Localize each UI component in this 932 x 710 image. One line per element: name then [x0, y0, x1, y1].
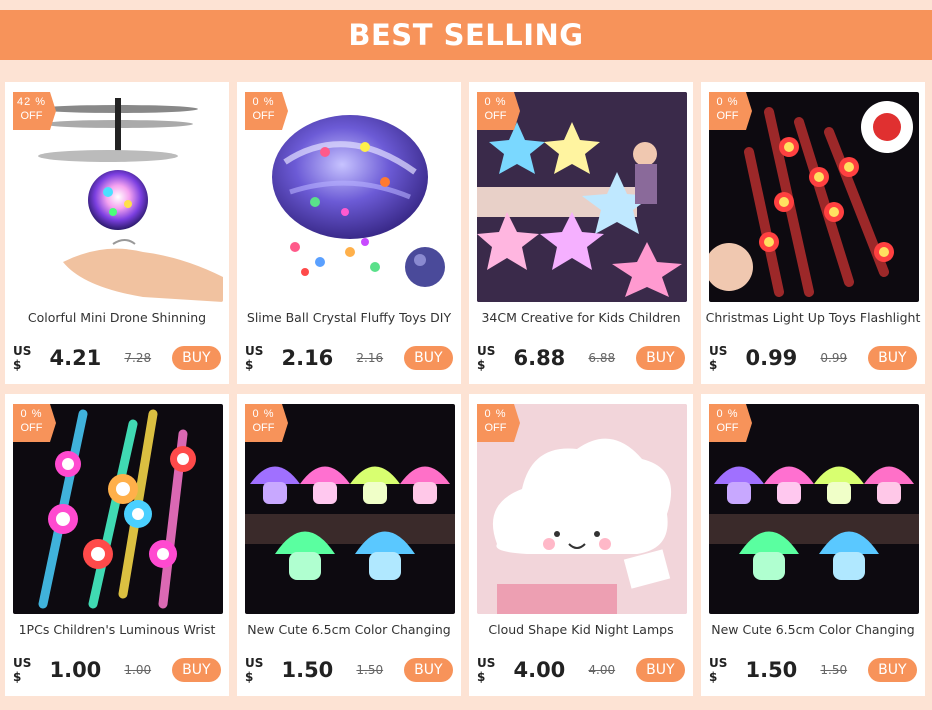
- price: 1.00: [49, 658, 102, 682]
- price: 0.99: [745, 346, 798, 370]
- product-title[interactable]: 1PCs Children's Luminous Wrist: [9, 622, 225, 642]
- price-row: US $ 1.50 1.50 BUY: [245, 656, 453, 684]
- price: 1.50: [281, 658, 334, 682]
- currency-label: US $: [245, 344, 264, 372]
- price-row: US $ 2.16 2.16 BUY: [245, 344, 453, 372]
- price: 4.21: [49, 346, 102, 370]
- price-row: US $ 4.21 7.28 BUY: [13, 344, 221, 372]
- discount-badge: 0 % OFF: [13, 404, 56, 442]
- original-price: 1.00: [124, 663, 152, 677]
- discount-badge: 42 % OFF: [13, 92, 56, 130]
- price: 4.00: [513, 658, 566, 682]
- buy-button[interactable]: BUY: [403, 658, 453, 682]
- original-price: 6.88: [588, 351, 616, 365]
- product-title[interactable]: New Cute 6.5cm Color Changing: [705, 622, 921, 642]
- banner-title: BEST SELLING: [348, 18, 584, 52]
- discount-badge: 0 % OFF: [477, 92, 520, 130]
- price-row: US $ 1.50 1.50 BUY: [709, 656, 917, 684]
- original-price: 7.28: [124, 351, 152, 365]
- buy-button[interactable]: BUY: [635, 658, 685, 682]
- product-title[interactable]: New Cute 6.5cm Color Changing: [241, 622, 457, 642]
- currency-label: US $: [477, 344, 496, 372]
- discount-badge: 0 % OFF: [709, 92, 752, 130]
- product-title[interactable]: Colorful Mini Drone Shinning: [9, 310, 225, 330]
- price: 6.88: [513, 346, 566, 370]
- best-selling-banner: BEST SELLING: [0, 10, 932, 60]
- discount-badge: 0 % OFF: [245, 92, 288, 130]
- discount-badge: 0 % OFF: [245, 404, 288, 442]
- original-price: 2.16: [356, 351, 384, 365]
- product-grid: 42 % OFF Colorful Mini Drone Shinning US …: [5, 82, 929, 696]
- original-price: 1.50: [356, 663, 384, 677]
- product-card[interactable]: 42 % OFF Colorful Mini Drone Shinning US …: [5, 82, 229, 384]
- price: 2.16: [281, 346, 334, 370]
- original-price: 0.99: [820, 351, 848, 365]
- product-card[interactable]: 0 % OFF New Cute 6.5cm Color Changing US …: [237, 394, 461, 696]
- buy-button[interactable]: BUY: [635, 346, 685, 370]
- currency-label: US $: [709, 656, 728, 684]
- currency-label: US $: [245, 656, 264, 684]
- product-card[interactable]: 0 % OFF New Cute 6.5cm Color Changing US …: [701, 394, 925, 696]
- price-row: US $ 0.99 0.99 BUY: [709, 344, 917, 372]
- product-title[interactable]: Slime Ball Crystal Fluffy Toys DIY: [241, 310, 457, 330]
- buy-button[interactable]: BUY: [867, 346, 917, 370]
- product-card[interactable]: 0 % OFF Christmas Light Up Toys Flashligh…: [701, 82, 925, 384]
- product-card[interactable]: 0 % OFF 34CM Creative for Kids Children U…: [469, 82, 693, 384]
- original-price: 1.50: [820, 663, 848, 677]
- product-title[interactable]: Christmas Light Up Toys Flashlight: [705, 310, 921, 330]
- currency-label: US $: [709, 344, 728, 372]
- buy-button[interactable]: BUY: [171, 658, 221, 682]
- discount-badge: 0 % OFF: [477, 404, 520, 442]
- original-price: 4.00: [588, 663, 616, 677]
- currency-label: US $: [477, 656, 496, 684]
- currency-label: US $: [13, 656, 32, 684]
- buy-button[interactable]: BUY: [867, 658, 917, 682]
- product-card[interactable]: 0 % OFF Cloud Shape Kid Night Lamps US $ …: [469, 394, 693, 696]
- product-card[interactable]: 0 % OFF 1PCs Children's Luminous Wrist US…: [5, 394, 229, 696]
- price: 1.50: [745, 658, 798, 682]
- price-row: US $ 1.00 1.00 BUY: [13, 656, 221, 684]
- currency-label: US $: [13, 344, 32, 372]
- product-card[interactable]: 0 % OFF Slime Ball Crystal Fluffy Toys DI…: [237, 82, 461, 384]
- discount-badge: 0 % OFF: [709, 404, 752, 442]
- product-title[interactable]: Cloud Shape Kid Night Lamps: [473, 622, 689, 642]
- buy-button[interactable]: BUY: [403, 346, 453, 370]
- product-title[interactable]: 34CM Creative for Kids Children: [473, 310, 689, 330]
- buy-button[interactable]: BUY: [171, 346, 221, 370]
- price-row: US $ 4.00 4.00 BUY: [477, 656, 685, 684]
- price-row: US $ 6.88 6.88 BUY: [477, 344, 685, 372]
